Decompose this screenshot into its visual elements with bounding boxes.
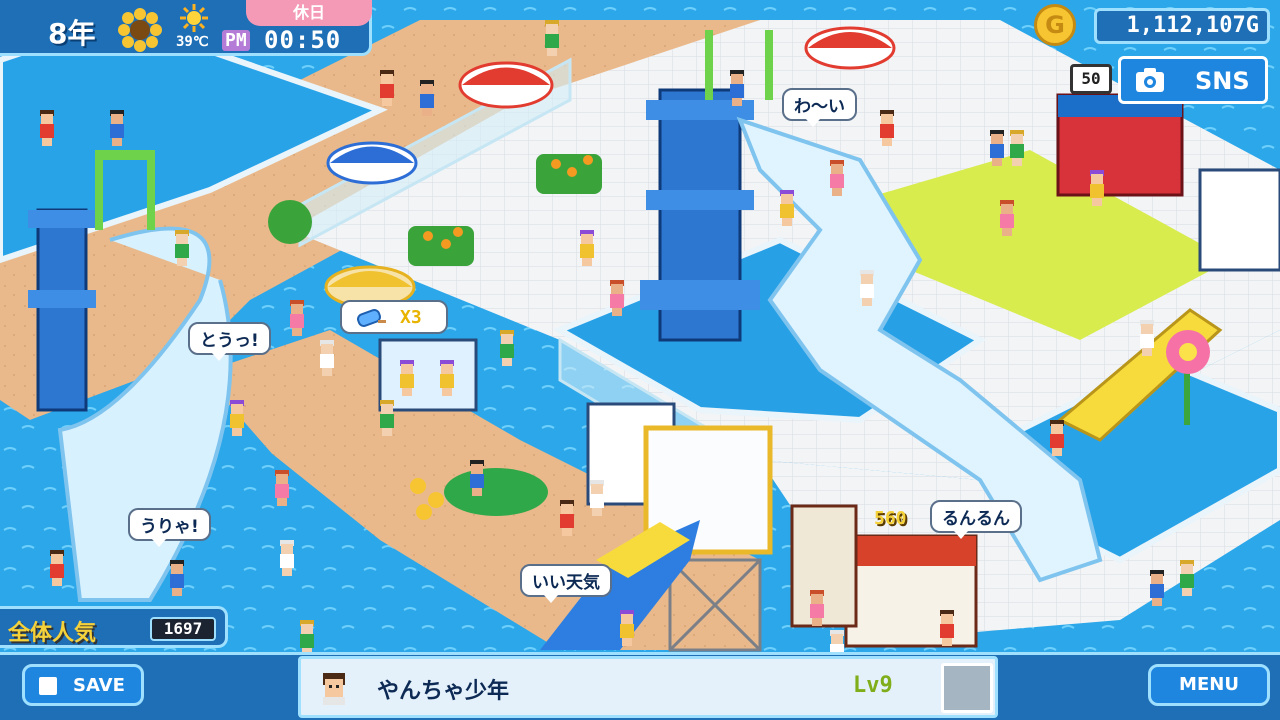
score-popup: 560 bbox=[874, 508, 907, 529]
park-visitor[interactable] bbox=[860, 270, 874, 306]
popularity-value: 1697 bbox=[150, 617, 216, 641]
park-visitor[interactable] bbox=[1010, 130, 1024, 166]
sns-button[interactable]: SNS bbox=[1118, 56, 1268, 104]
park-visitor[interactable] bbox=[500, 330, 514, 366]
park-visitor[interactable] bbox=[810, 590, 824, 626]
park-visitor[interactable] bbox=[580, 230, 594, 266]
sns-count-badge: 50 bbox=[1070, 64, 1112, 94]
speech-bubble: るんるん bbox=[930, 500, 1022, 539]
park-visitor[interactable] bbox=[880, 110, 894, 146]
camera-icon bbox=[1136, 68, 1164, 92]
item-bubble: X3 bbox=[340, 300, 448, 334]
park-visitor[interactable] bbox=[170, 560, 184, 596]
sunflower-icon bbox=[118, 8, 162, 52]
park-visitor[interactable] bbox=[110, 110, 124, 146]
save-icon bbox=[39, 677, 57, 695]
park-visitor[interactable] bbox=[440, 360, 454, 396]
park-visitor[interactable] bbox=[280, 540, 294, 576]
visitor-item-slot[interactable] bbox=[941, 663, 993, 713]
park-visitor[interactable] bbox=[990, 130, 1004, 166]
park-visitor[interactable] bbox=[400, 360, 414, 396]
park-visitor[interactable] bbox=[730, 70, 744, 106]
save-button-label: SAVE bbox=[73, 675, 125, 696]
park-visitor[interactable] bbox=[780, 190, 794, 226]
park-visitor[interactable] bbox=[380, 70, 394, 106]
park-visitor[interactable] bbox=[1150, 570, 1164, 606]
item-multiplier: X3 bbox=[400, 307, 422, 328]
sun-weather-icon bbox=[180, 4, 208, 32]
gold-coin-icon: G bbox=[1034, 4, 1076, 46]
park-visitor[interactable] bbox=[590, 480, 604, 516]
popularity-panel: 全体人気 1697 bbox=[0, 606, 228, 648]
visitor-level: Lv9 bbox=[853, 673, 893, 698]
day-status-badge: 休日 bbox=[246, 0, 372, 26]
year-label: 8年 bbox=[48, 17, 96, 50]
temperature-label: 39℃ bbox=[176, 34, 209, 50]
park-visitor[interactable] bbox=[1000, 200, 1014, 236]
park-visitor[interactable] bbox=[1140, 320, 1154, 356]
sns-button-label: SNS bbox=[1195, 67, 1250, 95]
menu-button[interactable]: MENU bbox=[1148, 664, 1270, 706]
park-visitor[interactable] bbox=[940, 610, 954, 646]
visitor-name: やんちゃ少年 bbox=[377, 679, 510, 704]
park-visitor[interactable] bbox=[230, 400, 244, 436]
speech-bubble: わ〜い bbox=[782, 88, 857, 127]
park-visitor[interactable] bbox=[40, 110, 54, 146]
park-visitor[interactable] bbox=[1050, 420, 1064, 456]
speech-bubble: いい天気 bbox=[520, 564, 612, 603]
park-visitor[interactable] bbox=[470, 460, 484, 496]
save-button[interactable]: SAVE bbox=[22, 664, 144, 706]
money-amount: 1,112,107G bbox=[1094, 8, 1270, 44]
park-visitor[interactable] bbox=[290, 300, 304, 336]
ampm-badge: PM bbox=[222, 30, 250, 51]
popsicle-icon bbox=[357, 309, 386, 327]
park-visitor[interactable] bbox=[620, 610, 634, 646]
park-visitor[interactable] bbox=[275, 470, 289, 506]
clock-time: 00:50 bbox=[264, 26, 342, 54]
money-panel: G 1,112,107G bbox=[1034, 4, 1274, 48]
park-visitor[interactable] bbox=[420, 80, 434, 116]
park-visitor[interactable] bbox=[300, 620, 314, 656]
visitor-info-panel[interactable]: やんちゃ少年 Lv9 bbox=[298, 656, 998, 718]
speech-bubble: とうっ! bbox=[188, 322, 271, 361]
visitor-avatar-icon bbox=[323, 673, 345, 705]
park-visitor[interactable] bbox=[545, 20, 559, 56]
popularity-label: 全体人気 bbox=[8, 621, 97, 646]
date-time-panel: 8年 39℃ PM 00:50 休日 bbox=[0, 0, 372, 56]
park-visitor[interactable] bbox=[560, 500, 574, 536]
park-visitor[interactable] bbox=[50, 550, 64, 586]
park-visitor[interactable] bbox=[610, 280, 624, 316]
park-visitor[interactable] bbox=[830, 160, 844, 196]
speech-bubble: うりゃ! bbox=[128, 508, 211, 547]
park-visitor[interactable] bbox=[1180, 560, 1194, 596]
park-visitor[interactable] bbox=[175, 230, 189, 266]
park-visitor[interactable] bbox=[1090, 170, 1104, 206]
park-visitor[interactable] bbox=[320, 340, 334, 376]
park-visitor[interactable] bbox=[380, 400, 394, 436]
